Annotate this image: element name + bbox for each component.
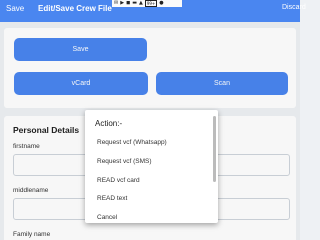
flag-icon: ▬ <box>132 0 137 6</box>
wifi-icon: ● <box>159 0 164 6</box>
dialog-scrollbar[interactable] <box>213 116 216 182</box>
status-bar: ✉ ▶ ◼ ▬ ▲ 99+ ● <box>112 0 182 7</box>
menu-item-read-text[interactable]: READ text <box>97 195 127 202</box>
battery-icon: 99+ <box>144 0 158 7</box>
video-icon: ▶ <box>120 0 125 6</box>
chat-icon: ◼ <box>126 0 131 6</box>
dialog-title: Action:- <box>95 119 123 128</box>
appbar-discard-button[interactable]: Discard <box>282 4 306 11</box>
menu-item-request-whatsapp[interactable]: Request vcf (Whatsapp) <box>97 139 167 146</box>
page-title: Edit/Save Crew File <box>38 4 112 13</box>
menu-item-request-sms[interactable]: Request vcf (SMS) <box>97 158 152 165</box>
signal-icon: ▲ <box>138 0 143 6</box>
menu-item-cancel[interactable]: Cancel <box>97 214 117 221</box>
action-dialog: Action:- Request vcf (Whatsapp) Request … <box>85 110 218 223</box>
appbar-save-button[interactable]: Save <box>6 4 24 13</box>
notification-icon: ✉ <box>114 0 119 6</box>
menu-item-read-vcf-card[interactable]: READ vcf card <box>97 177 140 184</box>
